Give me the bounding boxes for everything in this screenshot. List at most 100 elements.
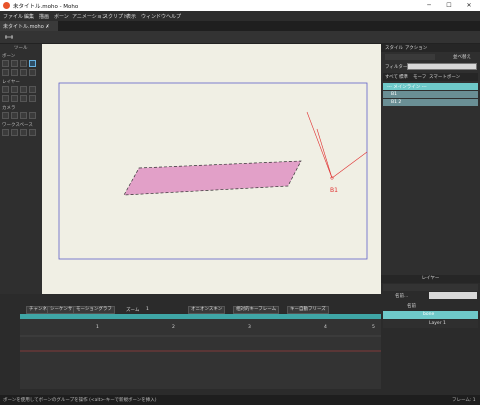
menu-window[interactable]: ウィンドウ — [141, 13, 166, 20]
menu-edit[interactable]: 編集 — [24, 13, 34, 20]
roll-camera-tool[interactable] — [20, 112, 27, 119]
bone-label: B1 — [330, 187, 338, 194]
status-bar: ボーンを使用してボーンのグループを操作 (<alt>-キーで新規ボーンを挿入) … — [0, 395, 480, 405]
reparent-bone-tool[interactable] — [29, 60, 36, 67]
subtab-standard[interactable]: 標準 — [399, 74, 408, 80]
eyedropper-tool[interactable] — [29, 95, 36, 102]
flip-layer-tool[interactable] — [11, 95, 18, 102]
tools-panel: ツール ボーン レイヤー カメラ ワークスペース — [0, 44, 42, 294]
document-tab[interactable]: 未タイトル.moho ✗ — [0, 21, 58, 31]
zoom-camera-tool[interactable] — [11, 112, 18, 119]
timeline-marker-4: 4 — [324, 325, 327, 330]
workspace-section-label: ワークスペース — [2, 123, 33, 128]
bind-points-tool[interactable] — [29, 69, 36, 76]
camera-section-label: カメラ — [2, 106, 16, 111]
zoom-label: ズーム — [126, 308, 140, 313]
status-message: ボーンを使用してボーンのグループを操作 (<alt>-キーで新規ボーンを挿入) — [3, 398, 157, 403]
pan-workspace-tool[interactable] — [2, 129, 9, 136]
timeline-marker-3: 3 — [248, 325, 251, 330]
scale-layer-tool[interactable] — [20, 86, 27, 93]
bone-line-3[interactable] — [331, 151, 368, 179]
menu-help[interactable]: ヘルプ — [166, 13, 181, 20]
menu-bone[interactable]: ボーン — [54, 13, 69, 20]
canvas-svg[interactable]: B1 — [42, 44, 381, 294]
timeline-marker-5: 5 — [372, 325, 375, 330]
layer-name-layer1: Layer 1 — [429, 321, 446, 326]
relative-keyframe-button[interactable]: 相対的キーフレーム — [233, 306, 280, 314]
pan-tilt-camera-tool[interactable] — [29, 112, 36, 119]
style-actions-panel: スタイル アクション 並べ替え フィルター: すべて 標準 モーフ スマートボー… — [381, 44, 480, 294]
motion-graph-tab[interactable]: モーショングラフ — [73, 306, 115, 314]
sort-label[interactable]: 並べ替え — [453, 54, 471, 60]
bone-section-label: ボーン — [2, 54, 16, 59]
bone-options-icon[interactable] — [4, 34, 14, 41]
maximize-button[interactable]: ☐ — [440, 1, 458, 10]
layer-name-bone: bone — [423, 312, 435, 317]
menu-script[interactable]: スクリプト — [103, 13, 128, 20]
layers-title: レイヤー — [381, 275, 480, 283]
bone-line-1[interactable] — [306, 111, 333, 179]
set-origin-tool[interactable] — [2, 86, 9, 93]
layers-panel: レイヤー 名前... 名前 bone Layer 1 — [381, 275, 480, 395]
right-panel-tabs: スタイル アクション — [381, 44, 480, 52]
select-bone-tool[interactable] — [2, 60, 9, 67]
filter-label: フィルター: — [385, 65, 409, 70]
menu-animation[interactable]: アニメーション — [72, 13, 107, 20]
menu-bar: ファイル 編集 描画 ボーン アニメーション スクリプト 表示 ウィンドウ ヘル… — [0, 11, 480, 21]
bone-line-2[interactable] — [316, 128, 333, 179]
action-item-b1[interactable]: B1 — [383, 91, 478, 98]
subtab-all[interactable]: すべて — [385, 74, 398, 80]
zoom-value[interactable]: 1 — [146, 307, 149, 312]
menu-file[interactable]: ファイル — [3, 13, 23, 20]
translate-layer-tool[interactable] — [11, 86, 18, 93]
app-icon — [3, 2, 10, 9]
timeline-panel: チャンネル シーケンサ モーショングラフ ズーム 1 オニオンスキン 相対的キー… — [0, 294, 381, 395]
action-item-mainline[interactable]: --- メインライン --- — [383, 83, 478, 90]
menu-view[interactable]: 表示 — [126, 13, 136, 20]
auto-freeze-button[interactable]: キー自動フリーズ — [287, 306, 329, 314]
canvas-area[interactable]: B1 — [42, 44, 381, 294]
rotate-layer-tool[interactable] — [29, 86, 36, 93]
onion-skin-button[interactable]: オニオンスキン — [188, 306, 226, 314]
document-tab-label: 未タイトル.moho ✗ — [3, 24, 50, 30]
subtab-morph[interactable]: モーフ — [413, 74, 426, 80]
layer-search-input[interactable] — [429, 292, 477, 299]
tools-title: ツール — [14, 46, 28, 51]
layer-name-header: 名前 — [407, 304, 416, 309]
menu-draw[interactable]: 描画 — [39, 13, 49, 20]
manipulate-bones-tool[interactable] — [11, 69, 18, 76]
actions-tab[interactable]: アクション — [405, 45, 427, 51]
timeline-marker-1: 1 — [96, 325, 99, 330]
pink-shape[interactable] — [123, 160, 302, 196]
action-subtabs: すべて 標準 モーフ スマートボーン — [383, 73, 478, 81]
layer-search-label: 名前... — [395, 294, 409, 299]
document-tab-bar: 未タイトル.moho ✗ — [0, 21, 480, 31]
action-toolbar — [385, 54, 435, 60]
style-tab[interactable]: スタイル — [385, 45, 403, 51]
layer-section-label: レイヤー — [2, 80, 20, 85]
sequencer-tab[interactable]: シーケンサ — [47, 306, 76, 314]
minimize-button[interactable]: ─ — [420, 1, 438, 10]
bone-strength-tool[interactable] — [2, 69, 9, 76]
close-button[interactable]: ✕ — [460, 1, 478, 10]
layer-row-bone[interactable]: bone — [383, 311, 478, 319]
zoom-workspace-tool[interactable] — [11, 129, 18, 136]
rotate-workspace-tool[interactable] — [20, 129, 27, 136]
bind-layer-tool[interactable] — [20, 69, 27, 76]
window-title: 未タイトル.moho - Moho — [13, 4, 79, 10]
title-bar: 未タイトル.moho - Moho ─ ☐ ✕ — [0, 0, 480, 11]
layers-toolbar — [383, 284, 478, 291]
filter-input[interactable] — [407, 63, 477, 70]
orbit-workspace-tool[interactable] — [29, 129, 36, 136]
add-bone-tool[interactable] — [20, 60, 27, 67]
timeline-ruler[interactable] — [20, 314, 381, 319]
subtab-smartbone[interactable]: スマートボーン — [429, 74, 460, 80]
timeline-marker-2: 2 — [172, 325, 175, 330]
action-item-b1-2[interactable]: B1 2 — [383, 99, 478, 106]
shear-layer-tool[interactable] — [2, 95, 9, 102]
tool-options-bar — [0, 31, 480, 44]
layer-row-layer1[interactable]: Layer 1 — [383, 320, 478, 328]
track-camera-tool[interactable] — [2, 112, 9, 119]
translate-bone-tool[interactable] — [11, 60, 18, 67]
text-tool[interactable] — [20, 95, 27, 102]
